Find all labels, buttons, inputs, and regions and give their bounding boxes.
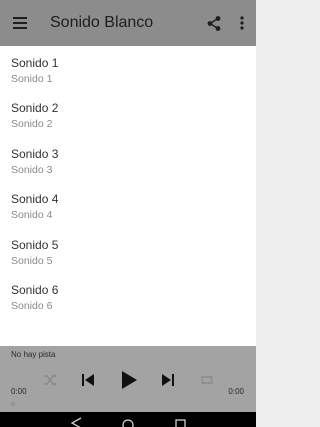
item-title: Sonido 4 (11, 192, 59, 207)
item-title: Sonido 6 (11, 283, 59, 298)
item-subtitle: Sonido 2 (11, 118, 53, 131)
repeat-icon[interactable] (197, 368, 217, 392)
item-title: Sonido 2 (11, 101, 59, 116)
item-subtitle: Sonido 4 (11, 209, 53, 222)
seek-thumb[interactable] (11, 402, 15, 406)
recents-icon[interactable] (173, 415, 187, 427)
system-navigation-bar (0, 412, 256, 427)
item-title: Sonido 5 (11, 237, 59, 252)
play-icon[interactable] (117, 368, 141, 392)
total-duration: 0:00 (228, 387, 244, 396)
item-subtitle: Sonido 5 (11, 254, 53, 267)
list-item[interactable]: Sonido 3 Sonido 3 (0, 137, 256, 183)
item-title: Sonido 3 (11, 146, 59, 161)
item-subtitle: Sonido 1 (11, 72, 53, 85)
more-vert-icon[interactable] (228, 0, 256, 46)
list-item[interactable]: Sonido 2 Sonido 2 (0, 92, 256, 138)
item-subtitle: Sonido 6 (11, 300, 53, 313)
item-subtitle: Sonido 3 (11, 163, 53, 176)
elapsed-time: 0:00 (11, 387, 27, 396)
share-icon[interactable] (200, 0, 228, 46)
skip-previous-icon[interactable] (78, 368, 98, 392)
track-label: No hay pista (11, 350, 56, 359)
shuffle-icon[interactable] (40, 368, 60, 392)
skip-next-icon[interactable] (158, 368, 178, 392)
hamburger-menu-icon[interactable] (0, 0, 40, 46)
item-title: Sonido 1 (11, 55, 59, 70)
list-item[interactable]: Sonido 6 Sonido 6 (0, 274, 256, 320)
list-item[interactable]: Sonido 4 Sonido 4 (0, 183, 256, 229)
app-toolbar: Sonido Blanco (0, 0, 256, 46)
list-item[interactable]: Sonido 1 Sonido 1 (0, 46, 256, 92)
back-icon[interactable] (69, 415, 83, 427)
page-title: Sonido Blanco (50, 14, 154, 31)
player-bar: No hay pista 0:00 0:00 (0, 346, 256, 412)
home-icon[interactable] (121, 415, 135, 427)
list-item[interactable]: Sonido 5 Sonido 5 (0, 228, 256, 274)
sound-list: Sonido 1 Sonido 1 Sonido 2 Sonido 2 Soni… (0, 46, 256, 346)
